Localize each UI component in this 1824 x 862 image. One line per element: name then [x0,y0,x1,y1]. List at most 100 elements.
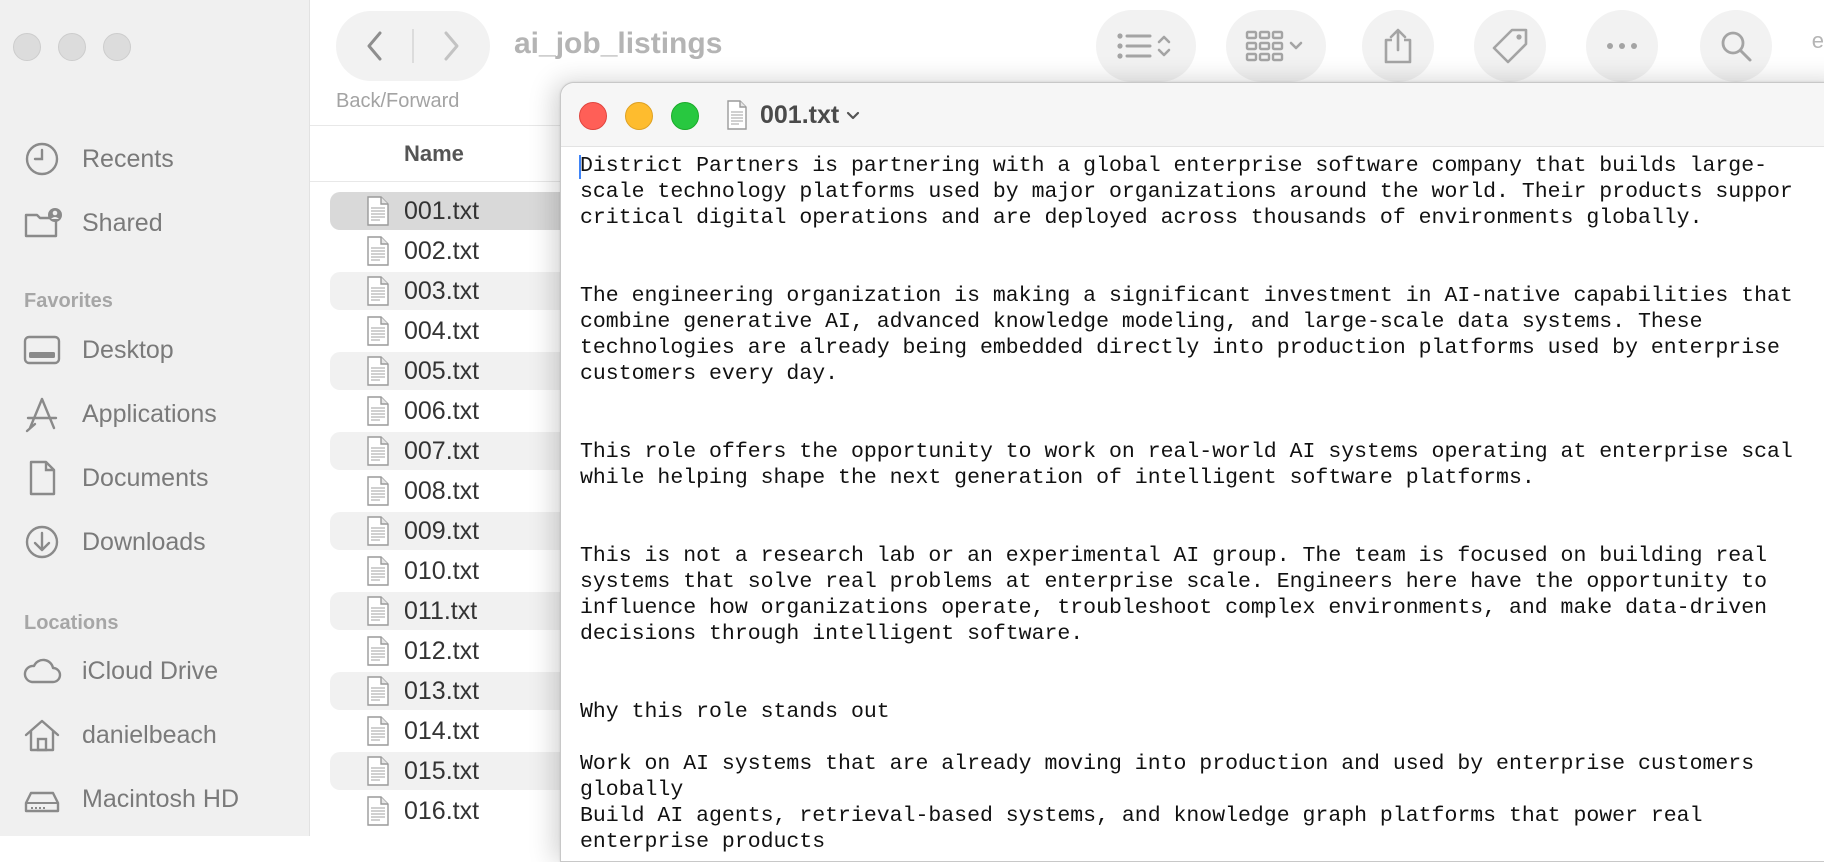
share-button[interactable] [1362,10,1434,82]
text-file-icon [367,196,389,226]
finder-zoom-button[interactable] [103,33,131,61]
clock-icon [25,142,59,176]
file-name: 014.txt [404,716,480,745]
sidebar-item-label: Recents [82,144,174,173]
disk-icon [24,791,60,813]
text-file-icon [367,276,389,306]
finder-close-button[interactable] [13,33,41,61]
list-view-button[interactable] [1096,10,1196,82]
toolbar-overflow-text: e [1811,28,1824,53]
sidebar-section-favorites: Favorites [24,290,113,312]
file-name: 013.txt [404,676,480,705]
text-content-area[interactable]: District Partners is partnering with a g… [561,147,1824,861]
sidebar-item-label: Applications [82,399,217,428]
file-name: 005.txt [404,356,480,385]
text-file-icon [367,556,389,586]
text-line: while helping shape the next generation … [580,466,1535,490]
file-row[interactable]: 011.txt [330,592,590,630]
file-row[interactable]: 015.txt [330,752,590,790]
file-name: 010.txt [404,556,480,585]
desktop-icon [23,335,61,365]
text-file-icon [367,596,389,626]
search-button[interactable] [1700,10,1772,82]
close-button[interactable] [579,102,607,130]
text-line: The engineering organization is making a… [580,284,1793,308]
sidebar-item-recents[interactable]: Recents [22,134,302,184]
more-icon [1607,43,1637,49]
grid-icon [1245,30,1303,62]
file-row[interactable]: 006.txt [330,392,590,430]
file-row[interactable]: 005.txt [330,352,590,390]
file-row[interactable]: 014.txt [330,712,590,750]
text-line: scale technology platforms used by major… [580,180,1793,204]
finder-minimize-button[interactable] [58,33,86,61]
text-file-icon [367,476,389,506]
sidebar-item-applications[interactable]: Applications [22,389,302,439]
back-button[interactable] [340,11,410,81]
sidebar-item-danielbeach[interactable]: danielbeach [22,710,302,760]
document-title[interactable]: 001.txt [726,97,861,133]
folder-title: ai_job_listings [514,27,723,60]
text-line: This role offers the opportunity to work… [580,440,1793,464]
sidebar-item-documents[interactable]: Documents [22,453,302,503]
file-name: 015.txt [404,756,480,785]
file-row[interactable]: 012.txt [330,632,590,670]
file-name: 016.txt [404,796,480,825]
sidebar-item-shared[interactable]: Shared [22,198,302,248]
file-row[interactable]: 001.txt [330,192,590,230]
group-view-button[interactable] [1226,10,1326,82]
shared-folder-icon [24,208,62,238]
file-name: 001.txt [404,196,480,225]
text-line: critical digital operations and are depl… [580,206,1703,230]
text-line: Build AI agents, retrieval-based systems… [580,804,1703,828]
file-row[interactable]: 008.txt [330,472,590,510]
text-line: District Partners is partnering with a g… [580,154,1767,178]
list-view-icon [1117,33,1171,59]
text-file-icon [367,676,389,706]
zoom-button[interactable] [671,102,699,130]
more-actions-button[interactable] [1586,10,1658,82]
text-line: This is not a research lab or an experim… [580,544,1767,568]
tags-button[interactable] [1474,10,1546,82]
forward-button[interactable] [416,11,486,81]
file-row[interactable]: 003.txt [330,272,590,310]
text-line: influence how organizations operate, tro… [580,596,1767,620]
sidebar-section-locations: Locations [24,612,119,634]
chevron-right-icon [444,31,459,61]
sidebar-item-label: danielbeach [82,720,217,749]
text-line: technologies are already being embedded … [580,336,1780,360]
file-row[interactable]: 009.txt [330,512,590,550]
back-forward-caption: Back/Forward [336,90,460,112]
file-row[interactable]: 007.txt [330,432,590,470]
finder-sidebar: Recents Shared Favorites Desktop Applica… [0,0,310,836]
chevron-down-icon [847,111,860,120]
document-icon [29,460,56,496]
file-name: 012.txt [404,636,480,665]
column-header-name[interactable]: Name [404,141,464,167]
sidebar-item-macintosh-hd[interactable]: Macintosh HD [22,774,302,824]
sidebar-item-desktop[interactable]: Desktop [22,325,302,375]
file-name: 008.txt [404,476,480,505]
text-file-icon [367,236,389,266]
text-file-icon [367,436,389,466]
sidebar-item-icloud-drive[interactable]: iCloud Drive [22,646,302,696]
file-row[interactable]: 013.txt [330,672,590,710]
textedit-window: 001.txt District Partners is partnering … [560,82,1824,862]
text-line: decisions through intelligent software. [580,622,1084,646]
file-row[interactable]: 016.txt [330,792,590,830]
sidebar-item-downloads[interactable]: Downloads [22,517,302,567]
text-line: Work on AI systems that are already movi… [580,752,1755,776]
text-file-icon [367,316,389,346]
text-file-icon [367,716,389,746]
minimize-button[interactable] [625,102,653,130]
sidebar-item-label: Shared [82,208,163,237]
file-name: 009.txt [404,516,480,545]
text-line: globally [580,778,684,802]
back-forward-control [336,11,490,81]
file-row[interactable]: 004.txt [330,312,590,350]
text-line: Why this role stands out [580,700,890,724]
file-row[interactable]: 002.txt [330,232,590,270]
file-name: 011.txt [404,596,478,625]
text-file-icon [367,796,389,826]
file-row[interactable]: 010.txt [330,552,590,590]
